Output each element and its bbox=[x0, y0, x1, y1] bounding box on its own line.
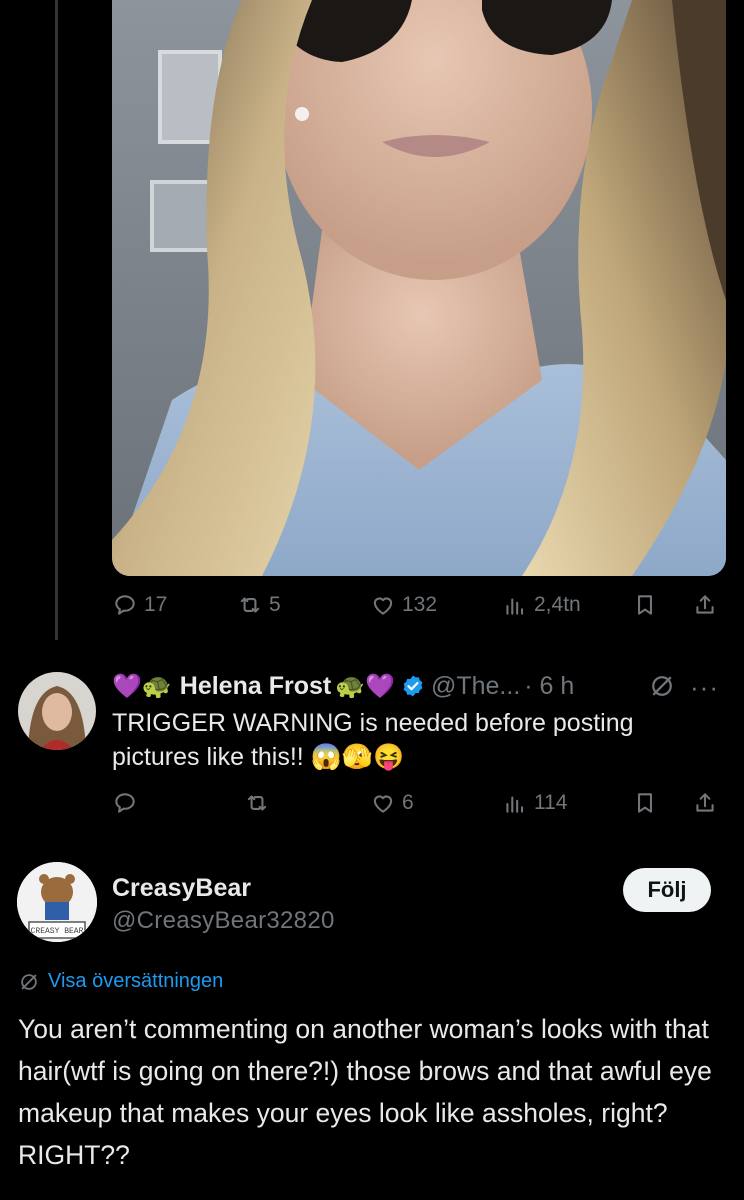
reply-tweet[interactable]: 💜🐢 Helena Frost 🐢💜 @The... · 6 h ··· TRI… bbox=[0, 658, 744, 818]
more-options-button[interactable]: ··· bbox=[690, 672, 719, 703]
thread-view: 17 5 132 2,4tn 💜🐢 Helena Frost 🐢💜 @The..… bbox=[0, 0, 744, 1200]
post-action-bar: 17 5 132 2,4tn bbox=[112, 586, 726, 626]
views-button[interactable]: 2,4tn bbox=[502, 592, 581, 618]
thread-connector-line bbox=[55, 0, 58, 640]
username-handle[interactable]: @The... bbox=[431, 672, 520, 701]
reply-action-bar: 6 114 bbox=[112, 784, 726, 824]
avatar[interactable] bbox=[18, 672, 96, 750]
avatar-logo-text: CREASY BEAR bbox=[31, 927, 84, 936]
bar-chart-icon bbox=[506, 598, 524, 615]
repost-button[interactable] bbox=[244, 790, 276, 816]
bookmark-button[interactable] bbox=[632, 592, 658, 618]
view-count: 114 bbox=[534, 791, 568, 814]
bookmark-button[interactable] bbox=[632, 790, 658, 816]
display-name[interactable]: Helena Frost bbox=[180, 672, 331, 701]
reply-count: 17 bbox=[144, 593, 168, 616]
like-count: 132 bbox=[402, 593, 438, 616]
reply-header: 💜🐢 Helena Frost 🐢💜 @The... · 6 h bbox=[112, 668, 732, 704]
repost-count: 5 bbox=[269, 593, 281, 616]
like-count: 6 bbox=[402, 791, 414, 814]
avatar[interactable]: CREASY BEAR bbox=[17, 862, 97, 942]
heart-icon bbox=[373, 597, 393, 615]
username-handle[interactable]: @CreasyBear32820 bbox=[112, 907, 335, 935]
bar-chart-icon bbox=[506, 796, 524, 813]
bookmark-icon bbox=[638, 595, 652, 615]
views-button[interactable]: 114 bbox=[502, 790, 567, 816]
repost-button[interactable]: 5 bbox=[237, 592, 281, 618]
reply-button[interactable]: 17 bbox=[112, 592, 167, 618]
no-translate-icon bbox=[21, 973, 37, 990]
post-photo[interactable] bbox=[112, 0, 726, 576]
name-emoji-prefix: 💜🐢 bbox=[112, 672, 172, 700]
bookmark-icon bbox=[638, 793, 652, 813]
share-button[interactable] bbox=[692, 592, 718, 618]
share-upload-icon bbox=[696, 793, 714, 812]
display-name[interactable]: CreasyBear bbox=[112, 874, 251, 903]
timestamp[interactable]: · 6 h bbox=[524, 672, 574, 701]
view-count: 2,4tn bbox=[534, 593, 581, 616]
no-translate-icon[interactable] bbox=[648, 672, 676, 700]
follow-button[interactable]: Följ bbox=[623, 868, 711, 912]
name-emoji-suffix: 🐢💜 bbox=[335, 672, 395, 700]
like-button[interactable]: 132 bbox=[370, 592, 437, 618]
speech-bubble-icon bbox=[115, 595, 135, 615]
share-upload-icon bbox=[696, 595, 714, 614]
heart-icon bbox=[373, 795, 393, 813]
show-translation-link[interactable]: Visa översättningen bbox=[18, 970, 223, 993]
repost-arrows-icon bbox=[247, 795, 267, 811]
like-button[interactable]: 6 bbox=[370, 790, 414, 816]
tweet-text: You aren’t commenting on another woman’s… bbox=[18, 1014, 712, 1170]
main-tweet[interactable]: CREASY BEAR CreasyBear @CreasyBear32820 … bbox=[0, 860, 744, 1200]
share-button[interactable] bbox=[692, 790, 718, 816]
repost-arrows-icon bbox=[240, 597, 260, 613]
reply-button[interactable] bbox=[112, 790, 144, 816]
show-translation-label: Visa översättningen bbox=[48, 970, 224, 992]
reply-text: TRIGGER WARNING is needed before posting… bbox=[112, 709, 634, 771]
speech-bubble-icon bbox=[115, 793, 135, 813]
verified-badge-icon bbox=[403, 675, 423, 697]
